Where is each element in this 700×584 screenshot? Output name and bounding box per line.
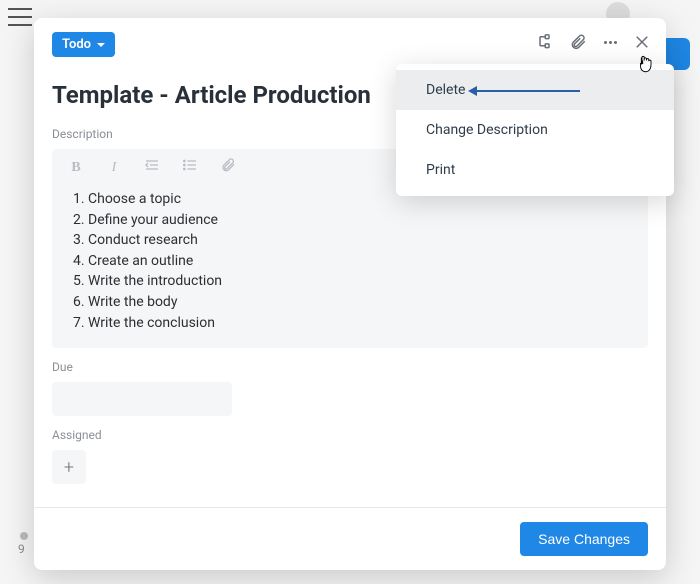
backdrop-count: 9 — [18, 542, 25, 556]
chevron-down-icon — [97, 43, 105, 47]
list-icon[interactable] — [180, 157, 200, 178]
more-icon[interactable] — [600, 32, 620, 52]
backdrop-dot — [20, 532, 28, 540]
description-item[interactable]: Write the body — [88, 293, 630, 313]
menu-item-change-description[interactable]: Change Description — [396, 110, 674, 150]
menu-item-delete[interactable]: Delete — [396, 70, 674, 110]
hamburger-icon[interactable] — [8, 8, 32, 26]
add-assignee-button[interactable]: + — [52, 450, 86, 484]
attach-icon[interactable] — [218, 157, 238, 178]
modal-header: Todo — [34, 18, 666, 57]
subtask-icon[interactable] — [536, 32, 556, 52]
status-label: Todo — [62, 37, 91, 52]
header-icons — [536, 32, 652, 52]
save-button[interactable]: Save Changes — [520, 522, 648, 556]
annotation-arrow — [476, 90, 580, 92]
modal-footer: Save Changes — [34, 507, 666, 570]
description-list[interactable]: Choose a topicDefine your audienceConduc… — [52, 186, 648, 333]
outdent-icon[interactable] — [142, 157, 162, 178]
menu-item-print[interactable]: Print — [396, 150, 674, 190]
close-icon[interactable] — [632, 32, 652, 52]
description-item[interactable]: Conduct research — [88, 231, 630, 251]
assigned-label: Assigned — [34, 416, 666, 446]
due-input[interactable] — [52, 382, 232, 416]
bold-icon[interactable]: B — [66, 160, 86, 176]
due-label: Due — [34, 348, 666, 378]
attachment-icon[interactable] — [568, 32, 588, 52]
status-dropdown[interactable]: Todo — [52, 32, 115, 57]
context-menu: DeleteChange DescriptionPrint — [396, 64, 674, 196]
italic-icon[interactable]: I — [104, 160, 124, 176]
description-item[interactable]: Write the conclusion — [88, 314, 630, 334]
description-item[interactable]: Create an outline — [88, 252, 630, 272]
description-item[interactable]: Write the introduction — [88, 272, 630, 292]
description-item[interactable]: Define your audience — [88, 211, 630, 231]
